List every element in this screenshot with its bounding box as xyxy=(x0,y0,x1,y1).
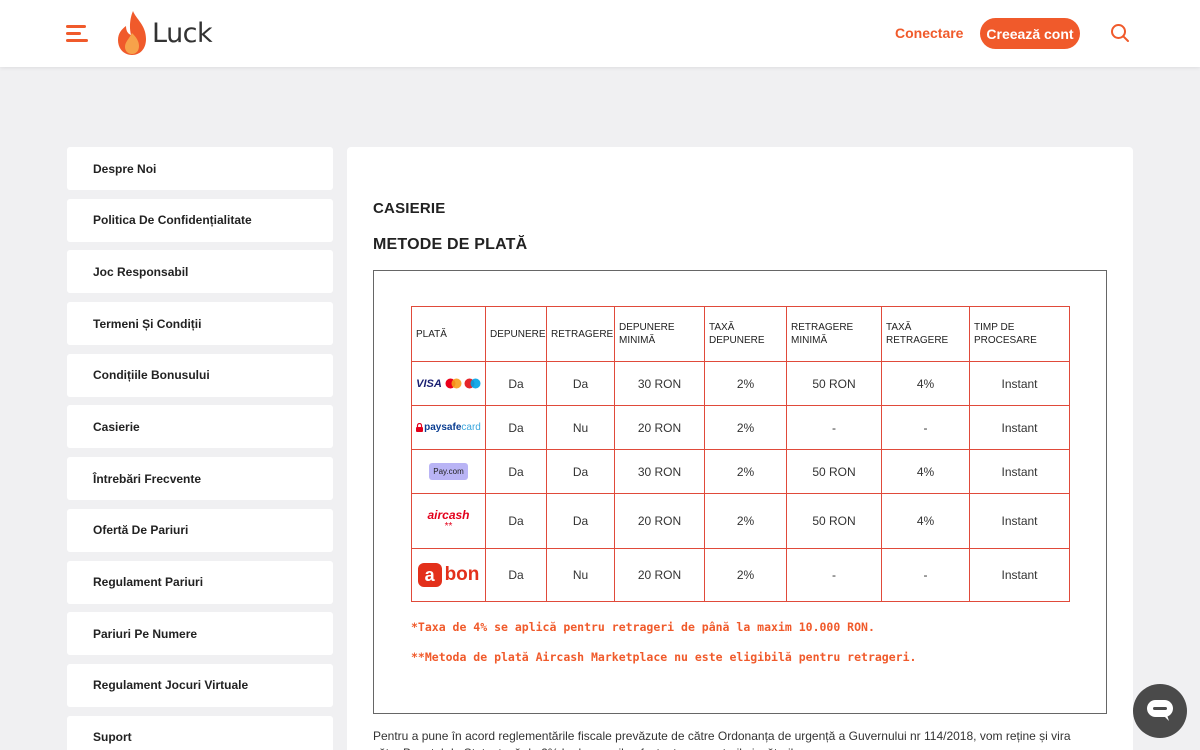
login-link[interactable]: Conectare xyxy=(895,25,963,41)
table-cell: 30 RON xyxy=(614,361,705,406)
hamburger-menu-icon[interactable] xyxy=(66,25,88,43)
table-row: Pay.com Da Da 30 RON 2% 50 RON 4% Instan… xyxy=(411,449,1070,494)
lock-icon xyxy=(416,423,424,432)
table-cell: Instant xyxy=(969,493,1070,549)
aircash-text: aircash xyxy=(427,508,470,522)
table-header: RETRAGERE MINIMĂ xyxy=(786,306,882,362)
table-cell: 2% xyxy=(704,405,787,450)
table-cell: 2% xyxy=(704,548,787,602)
table-cell: Instant xyxy=(969,405,1070,450)
content-panel: CASIERIE METODE DE PLATĂ PLATĂ DEPUNERE … xyxy=(347,147,1133,750)
table-cell: Instant xyxy=(969,449,1070,494)
sidebar-item-intrebari-frecvente[interactable]: Întrebări Frecvente xyxy=(67,457,333,501)
table-cell: - xyxy=(881,405,970,450)
abon-logo: a bon xyxy=(411,548,486,602)
sidebar-item-conditiile-bonusului[interactable]: Condițiile Bonusului xyxy=(67,353,333,397)
table-cell: Instant xyxy=(969,361,1070,406)
abon-text: bon xyxy=(444,564,480,585)
sidebar-item-regulament-jocuri-virtuale[interactable]: Regulament Jocuri Virtuale xyxy=(67,663,333,707)
table-header: TIMP DE PROCESARE xyxy=(969,306,1070,362)
table-cell: 50 RON xyxy=(786,449,882,494)
sidebar-item-regulament-pariuri[interactable]: Regulament Pariuri xyxy=(67,560,333,604)
paysafe-text: paysafe xyxy=(424,422,462,433)
table-cell: Nu xyxy=(546,548,615,602)
table-cell: Da xyxy=(485,361,547,406)
table-cell: 2% xyxy=(704,449,787,494)
table-cell: 20 RON xyxy=(614,548,705,602)
mastercard-icon xyxy=(445,378,462,389)
sidebar-item-casierie[interactable]: Casierie xyxy=(67,405,333,449)
table-header: DEPUNERE xyxy=(485,306,547,362)
sidebar-item-politica-confidentialitate[interactable]: Politica De Confidențialitate xyxy=(67,198,333,242)
sidebar-item-pariuri-numere[interactable]: Pariuri Pe Numere xyxy=(67,612,333,656)
table-cell: 30 RON xyxy=(614,449,705,494)
search-icon[interactable] xyxy=(1110,23,1130,43)
maestro-icon xyxy=(464,378,481,389)
payment-methods-table: PLATĂ DEPUNERE RETRAGERE DEPUNERE MINIMĂ… xyxy=(411,306,1070,602)
table-cell: 50 RON xyxy=(786,493,882,549)
table-cell: Da xyxy=(546,449,615,494)
table-cell: - xyxy=(881,548,970,602)
table-cell: 4% xyxy=(881,449,970,494)
table-header: TAXĂ DEPUNERE xyxy=(704,306,787,362)
chat-icon xyxy=(1147,700,1173,721)
table-cell: Da xyxy=(485,493,547,549)
table-cell: 2% xyxy=(704,361,787,406)
table-cell: 4% xyxy=(881,361,970,406)
sidebar-item-joc-responsabil[interactable]: Joc Responsabil xyxy=(67,250,333,294)
tax-info-paragraph: Pentru a pune în acord reglementările fi… xyxy=(373,729,1071,750)
top-header: Luck Conectare Creează cont xyxy=(0,0,1200,67)
paycom-logo: Pay.com xyxy=(411,449,486,494)
sidebar-item-suport[interactable]: Suport xyxy=(67,715,333,750)
table-cell: Da xyxy=(546,493,615,549)
table-cell: 4% xyxy=(881,493,970,549)
sidebar-item-despre-noi[interactable]: Despre Noi xyxy=(67,147,333,190)
aircash-logo: aircash ** xyxy=(411,493,486,549)
visa-logo-text: VISA xyxy=(416,377,442,390)
table-row: aircash ** Da Da 20 RON 2% 50 RON 4% Ins… xyxy=(411,493,1070,549)
brand-logo[interactable]: Luck xyxy=(116,8,213,58)
visa-mastercard-logo: VISA xyxy=(411,361,486,406)
table-cell: Da xyxy=(485,405,547,450)
table-cell: 2% xyxy=(704,493,787,549)
paycom-badge: Pay.com xyxy=(429,463,468,480)
table-cell: 50 RON xyxy=(786,361,882,406)
table-cell: Instant xyxy=(969,548,1070,602)
table-header: RETRAGERE xyxy=(546,306,615,362)
table-header: DEPUNERE MINIMĂ xyxy=(614,306,705,362)
table-cell: - xyxy=(786,548,882,602)
signup-button[interactable]: Creează cont xyxy=(980,18,1080,49)
table-header: PLATĂ xyxy=(411,306,486,362)
paysafe-card-text: card xyxy=(461,422,481,433)
section-title: METODE DE PLATĂ xyxy=(373,236,528,253)
paysafecard-logo: paysafe card xyxy=(411,405,486,450)
table-cell: Nu xyxy=(546,405,615,450)
table-cell: - xyxy=(786,405,882,450)
sidebar-nav: Despre Noi Politica De Confidențialitate… xyxy=(67,147,333,750)
table-row: a bon Da Nu 20 RON 2% - - Instant xyxy=(411,548,1070,602)
aircash-mark: ** xyxy=(444,521,453,532)
sidebar-item-termeni-conditii[interactable]: Termeni Și Condiții xyxy=(67,302,333,346)
payment-methods-box: PLATĂ DEPUNERE RETRAGERE DEPUNERE MINIMĂ… xyxy=(373,270,1107,714)
fee-note: *Taxa de 4% se aplică pentru retrageri d… xyxy=(411,620,875,634)
table-cell: Da xyxy=(485,548,547,602)
logo-text: Luck xyxy=(152,17,213,49)
table-cell: Da xyxy=(485,449,547,494)
chat-button[interactable] xyxy=(1133,684,1187,738)
table-cell: Da xyxy=(546,361,615,406)
flame-icon xyxy=(118,11,146,55)
table-header: TAXĂ RETRAGERE xyxy=(881,306,970,362)
aircash-note: **Metoda de plată Aircash Marketplace nu… xyxy=(411,650,917,664)
page-title: CASIERIE xyxy=(373,200,446,217)
abon-a-badge: a xyxy=(417,563,442,587)
table-cell: 20 RON xyxy=(614,405,705,450)
table-row: VISA Da Da 30 RON 2% 50 RON 4% Instant xyxy=(411,361,1070,406)
table-cell: 20 RON xyxy=(614,493,705,549)
table-row: paysafe card Da Nu 20 RON 2% - - Instant xyxy=(411,405,1070,450)
sidebar-item-oferta-pariuri[interactable]: Ofertă De Pariuri xyxy=(67,508,333,552)
